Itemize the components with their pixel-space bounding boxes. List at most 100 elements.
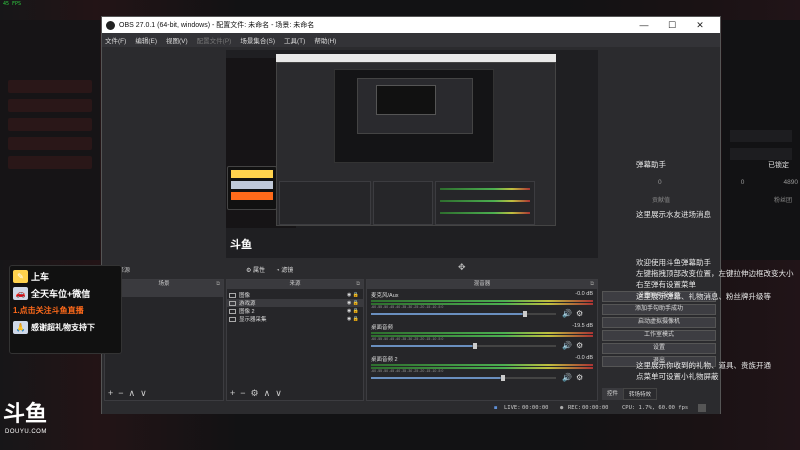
speaker-icon[interactable]: 🔊: [562, 341, 572, 350]
menu-view[interactable]: 视图(V): [166, 35, 188, 45]
preview-canvas[interactable]: 斗鱼: [226, 50, 598, 258]
tab-transitions[interactable]: 转场特效: [623, 388, 658, 400]
fader-knob[interactable]: [522, 310, 527, 317]
mixer-dock: 混音器 ⧉ 麦克风/Aux -0.0 dB -60 -55 -50 -45 -40 -…: [366, 279, 598, 401]
visibility-toggle[interactable]: ◉ 🔒: [347, 308, 359, 314]
rec-label: REC:: [568, 405, 582, 411]
properties-label: 属性: [253, 268, 266, 274]
minimize-button[interactable]: —: [630, 17, 658, 33]
background-right-panel: [722, 20, 800, 260]
nested-scenes: [279, 181, 371, 225]
chat-line: 欢迎使用斗鱼弹幕助手: [636, 258, 711, 267]
volume-fader[interactable]: [371, 374, 556, 381]
car-icon: 🚗: [13, 287, 28, 300]
add-scene-button[interactable]: +: [108, 388, 113, 398]
properties-button[interactable]: ⚙ 属性: [246, 265, 265, 274]
live-time: 00:00:00: [522, 405, 549, 411]
nested-overlay-row: [231, 181, 273, 189]
source-item[interactable]: 游戏源 ◉ 🔒: [227, 299, 363, 307]
add-source-button[interactable]: +: [230, 388, 235, 398]
dock-float-icon[interactable]: ⧉: [216, 280, 220, 289]
remove-scene-button[interactable]: −: [118, 388, 123, 398]
gear-icon[interactable]: ⚙: [576, 341, 583, 350]
fader-knob[interactable]: [500, 374, 505, 381]
obs-logo-icon: [106, 20, 115, 30]
resize-cursor-icon: ✥: [458, 262, 466, 272]
visibility-toggle[interactable]: ◉ 🔒: [347, 316, 359, 322]
maximize-button[interactable]: ☐: [658, 17, 686, 33]
menu-file[interactable]: 文件(F): [105, 35, 126, 45]
douyu-logo-sub: DOUYU.COM: [5, 429, 47, 435]
menu-help[interactable]: 帮助(H): [314, 35, 336, 45]
source-item[interactable]: 图像 2 ◉ 🔒: [227, 307, 363, 315]
chat-line: 这里展示你收到的礼物、道具、贵族开通: [636, 361, 771, 370]
tab-controls[interactable]: 控件: [602, 388, 624, 400]
gear-icon[interactable]: ⚙: [576, 309, 583, 318]
overlay-row: 🚗 全天车位+微信: [10, 285, 121, 302]
volume-fader[interactable]: [371, 342, 556, 349]
dock-float-icon[interactable]: ⧉: [356, 280, 360, 289]
source-up-button[interactable]: ∧: [264, 388, 271, 398]
nested-deeper-preview: [357, 78, 473, 134]
gift-icon: 🙏: [13, 321, 28, 334]
source-item[interactable]: 图像 ◉ 🔒: [227, 291, 363, 299]
speaker-icon[interactable]: 🔊: [562, 309, 572, 318]
nested-obs-window: [276, 62, 556, 226]
visibility-toggle[interactable]: ◉ 🔒: [347, 300, 359, 306]
mixer-list: 麦克风/Aux -0.0 dB -60 -55 -50 -45 -40 -35 -3…: [367, 289, 597, 389]
stat-value: 0: [658, 179, 662, 186]
filters-button[interactable]: ◔ 滤镜: [276, 265, 293, 274]
preview-area[interactable]: 斗鱼: [102, 47, 720, 261]
fps-counter: 45 FPS: [3, 1, 22, 7]
scenes-header: 场景 ⧉: [105, 280, 223, 289]
menu-profile: 配置文件(P): [196, 38, 232, 45]
chat-status: 已锁定: [768, 162, 789, 169]
visibility-toggle[interactable]: ◉ 🔒: [347, 292, 359, 298]
background-row: [730, 130, 792, 142]
level-meter: [371, 364, 593, 366]
nested-sources: [373, 181, 433, 225]
level-meter: [371, 332, 593, 334]
speaker-icon[interactable]: 🔊: [562, 373, 572, 382]
control-button[interactable]: 工作室模式: [602, 330, 716, 341]
nested-mixer: [435, 181, 535, 225]
overlay-text: 上车: [31, 272, 50, 282]
game-icon: [229, 300, 236, 306]
scene-item-selected[interactable]: [105, 289, 223, 297]
scenes-dock: 场景 ⧉ + − ∧ ∨: [104, 279, 224, 401]
menu-edit[interactable]: 编辑(E): [135, 35, 157, 45]
chat-line: 左键拖拽顶部改变位置，左键拉伸边框改变大小: [636, 269, 794, 278]
source-down-button[interactable]: ∨: [275, 388, 282, 398]
status-bar: ◼ LIVE: 00:00:00 ● REC: 00:00:00 CPU: 1.…: [102, 403, 720, 414]
source-item[interactable]: 显示器采集 ◉ 🔒: [227, 315, 363, 323]
mixer-header: 混音器 ⧉: [367, 280, 597, 289]
dock-float-icon[interactable]: ⧉: [590, 280, 594, 289]
chat-line: 这里展示水友进场消息: [636, 210, 711, 219]
chat-line: 右至弹有设置菜单: [636, 280, 696, 289]
chat-stat-labels: 贡献值 粉丝团: [652, 195, 792, 204]
source-toolbar: 未选择源 ⚙ 属性 ◔ 滤镜 ✥: [102, 262, 720, 276]
overlay-row: 1.点击关注斗鱼直播: [10, 302, 121, 319]
channel-name: 桌面音频: [371, 325, 394, 331]
close-button[interactable]: ✕: [686, 17, 714, 33]
stat-label: 贡献值: [652, 198, 671, 204]
sources-dock: 来源 ⧉ 图像 ◉ 🔒 游戏源 ◉ 🔒 图像 2 ◉ 🔒 显示器采集 ◉ 🔒 + − ⚙ ∧ ∨: [226, 279, 364, 401]
nested-overlay-row: [231, 192, 273, 200]
control-button[interactable]: 添加手勾助手成功: [602, 304, 716, 315]
control-button[interactable]: 启动虚拟摄像机: [602, 317, 716, 328]
remove-source-button[interactable]: −: [240, 388, 245, 398]
sources-header: 来源 ⧉: [227, 280, 363, 289]
menu-tools[interactable]: 工具(T): [284, 35, 305, 45]
menu-scene-collection[interactable]: 场景集合(S): [240, 35, 275, 45]
gear-icon[interactable]: ⚙: [576, 373, 583, 382]
scene-down-button[interactable]: ∨: [140, 388, 147, 398]
nested-meter: [440, 212, 530, 214]
control-button[interactable]: 设置: [602, 343, 716, 354]
source-settings-button[interactable]: ⚙: [251, 388, 259, 398]
stat-value: 4890: [783, 179, 798, 186]
stat-label: 粉丝团: [773, 198, 792, 204]
fader-knob[interactable]: [472, 342, 477, 349]
level-meter: [371, 300, 593, 302]
volume-fader[interactable]: [371, 310, 556, 317]
scene-up-button[interactable]: ∧: [129, 388, 136, 398]
